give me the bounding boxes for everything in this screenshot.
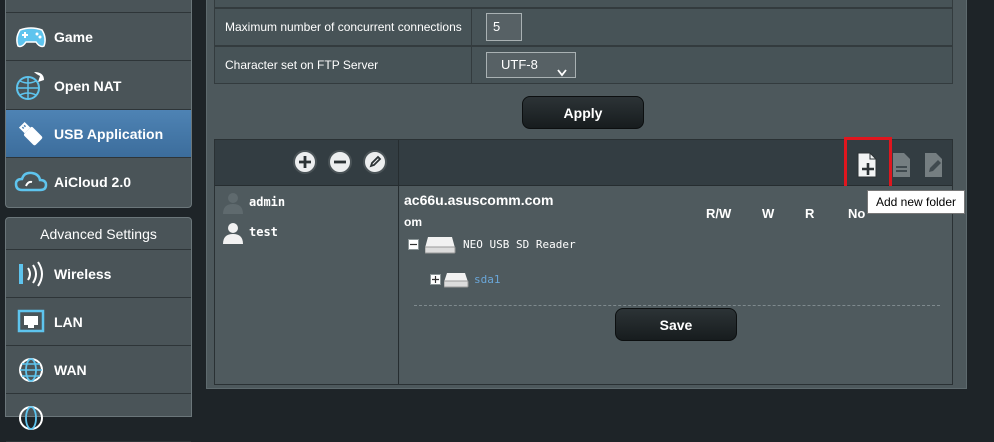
advanced-settings-menu: Advanced Settings Wireless LAN WAN [5,217,192,442]
sidebar-item-aicloud[interactable]: AiCloud 2.0 [6,158,191,206]
minus-icon [334,160,346,164]
plus-icon [299,156,311,168]
tree-node-partition[interactable]: sda1 [430,270,501,288]
ftp-settings-panel: Maximum number of concurrent connections… [206,0,967,389]
add-folder-button[interactable] [856,152,880,178]
sidebar-item-lan[interactable]: LAN [6,298,191,346]
pencil-icon [369,155,382,168]
advanced-settings-title: Advanced Settings [6,218,191,250]
charset-value: UTF-8 [501,57,538,72]
max-connections-label: Maximum number of concurrent connections [215,9,472,45]
tree-node-device[interactable]: NEO USB SD Reader [408,234,576,254]
user-item-test[interactable]: test [221,218,278,246]
form-row-partial [214,0,953,8]
user-list: admin test [215,186,399,384]
sidebar-item-partial[interactable] [6,394,191,442]
gamepad-icon [14,20,48,54]
charset-select[interactable]: UTF-8 [486,52,576,78]
separator [414,305,940,306]
host-name-wrap: om [404,215,422,229]
cloud-icon [14,165,48,199]
toolbar-divider [398,140,399,186]
user-icon [223,223,243,244]
charset-row: Character set on FTP Server UTF-8 [214,46,953,84]
perm-header-rw: R/W [706,206,732,221]
sidebar-item-label: Wireless [54,265,112,282]
edit-folder-icon [925,153,942,177]
device-name: NEO USB SD Reader [463,237,576,251]
menu-item-partial [6,0,191,13]
drive-icon [425,237,456,254]
partition-name: sda1 [474,272,501,286]
save-button[interactable]: Save [615,308,737,341]
user-name: admin [249,195,286,209]
collapse-icon [408,238,419,250]
globe-icon [14,353,48,387]
main-menu: Game Open NAT USB Application AiCloud 2.… [5,0,192,208]
open-nat-icon [14,69,48,103]
user-name: test [249,225,278,239]
sidebar-item-game[interactable]: Game [6,13,191,61]
account-toolbar [215,137,952,189]
perm-header-no: No [848,206,866,221]
sidebar: Game Open NAT USB Application AiCloud 2.… [0,0,193,442]
delete-account-button[interactable] [328,150,352,174]
sidebar-item-label: Open NAT [54,77,122,94]
perm-header-r: R [805,206,815,221]
sidebar-item-label: USB Application [54,125,164,142]
max-connections-row: Maximum number of concurrent connections… [214,8,953,46]
lan-icon [14,305,48,339]
sidebar-item-label: LAN [54,313,83,330]
edit-folder-button[interactable] [923,152,947,178]
perm-header-w: W [762,206,775,221]
max-connections-input[interactable]: 5 [486,13,522,41]
delete-folder-icon [893,153,910,177]
edit-account-button[interactable] [363,150,387,174]
delete-folder-button[interactable] [891,152,915,178]
drive-icon [444,273,469,288]
sidebar-item-label: WAN [54,361,87,378]
apply-button[interactable]: Apply [522,96,644,129]
user-icon [223,193,243,214]
sidebar-item-usb-application[interactable]: USB Application [6,110,191,158]
charset-label: Character set on FTP Server [215,47,472,83]
account-permission-area: admin test ac66u.asuscomm.com om R/W W R… [214,137,953,385]
sidebar-item-open-nat[interactable]: Open NAT [6,62,191,110]
globe-icon [14,401,48,435]
sidebar-item-label: Game [54,28,93,45]
usb-icon [14,117,48,151]
expand-icon [430,273,441,285]
sidebar-item-wireless[interactable]: Wireless [6,250,191,298]
wireless-icon [14,257,48,291]
chevron-down-icon [557,61,567,85]
user-item-admin[interactable]: admin [221,188,285,216]
sidebar-item-wan[interactable]: WAN [6,346,191,394]
sidebar-item-label: AiCloud 2.0 [54,174,132,190]
folder-tree: ac66u.asuscomm.com om R/W W R No NEO USB… [400,186,952,384]
host-name: ac66u.asuscomm.com [404,192,554,208]
add-folder-tooltip: Add new folder [867,190,965,214]
add-account-button[interactable] [293,150,317,174]
add-folder-icon [857,152,877,178]
